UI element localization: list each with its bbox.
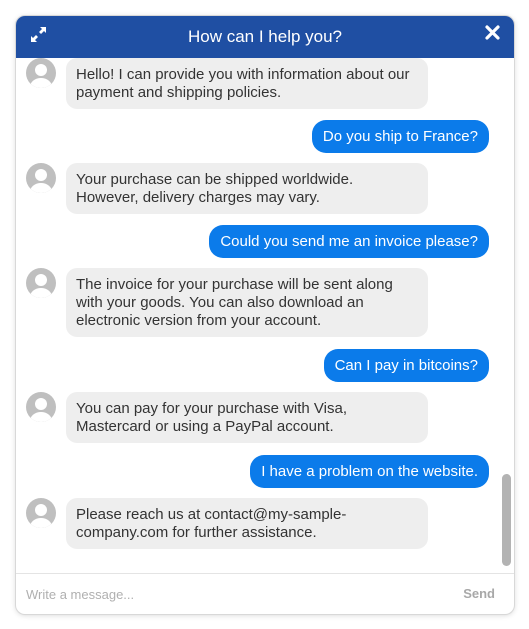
user-message-bubble: Can I pay in bitcoins?	[323, 349, 489, 382]
message-input[interactable]	[26, 583, 426, 605]
bot-message-bubble: Please reach us at contact@my-sample-com…	[66, 498, 428, 549]
bot-avatar	[26, 498, 56, 528]
bot-avatar	[26, 392, 56, 422]
bot-message-bubble: Your purchase can be shipped worldwide. …	[66, 163, 428, 214]
user-message-bubble: I have a problem on the website.	[250, 455, 489, 488]
chat-title: How can I help you?	[187, 27, 343, 46]
message-list: Hello! I can provide you with informatio…	[16, 58, 514, 573]
user-message-bubble: Could you send me an invoice please?	[209, 225, 489, 258]
bot-avatar	[26, 163, 56, 193]
send-button[interactable]: Send	[463, 586, 495, 601]
chat-header: How can I help you?	[16, 16, 514, 58]
close-icon[interactable]	[485, 25, 500, 40]
bot-message-bubble: Hello! I can provide you with informatio…	[66, 58, 428, 109]
bot-message-bubble: The invoice for your purchase will be se…	[66, 268, 428, 337]
bot-avatar	[26, 268, 56, 298]
bot-avatar	[26, 58, 56, 88]
message-scrollbar-thumb[interactable]	[502, 474, 511, 566]
user-message-bubble: Do you ship to France?	[311, 120, 489, 153]
chat-widget: How can I help you? Hello! I can provide…	[16, 16, 514, 614]
message-composer: Send	[16, 573, 514, 614]
bot-message-bubble: You can pay for your purchase with Visa,…	[66, 392, 428, 443]
